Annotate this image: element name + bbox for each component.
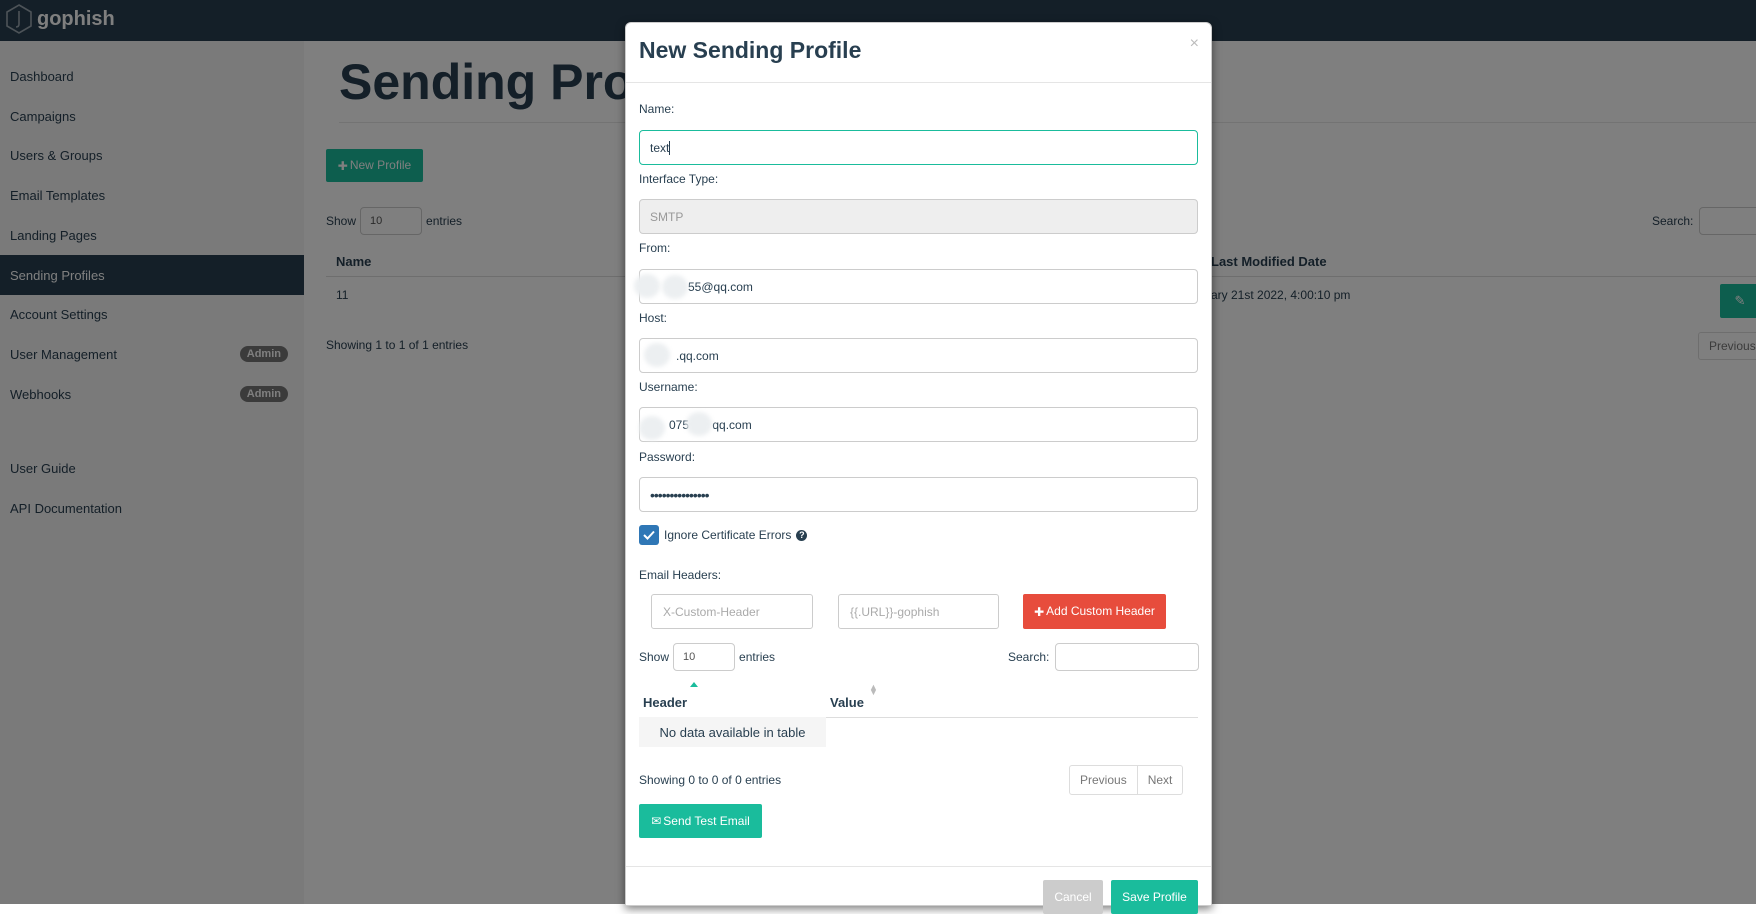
entries-value: 10: [683, 651, 696, 663]
ignore-cert-label: Ignore Certificate Errors: [664, 528, 792, 542]
name-value: text: [650, 140, 670, 155]
save-profile-button[interactable]: Save Profile: [1111, 880, 1198, 914]
email-headers-label: Email Headers:: [639, 568, 722, 582]
custom-header-placeholder: X-Custom-Header: [663, 604, 760, 619]
headers-table-info: Showing 0 to 0 of 0 entries: [639, 773, 782, 787]
headers-entries-select[interactable]: 10: [673, 643, 736, 671]
text-cursor: [669, 140, 671, 155]
column-header[interactable]: Header: [643, 695, 687, 710]
question-circle-icon[interactable]: ?: [796, 529, 808, 541]
new-sending-profile-modal: New Sending Profile × Name: text Interfa…: [625, 22, 1212, 914]
headers-entries-selector: Show 10 entries: [639, 643, 775, 671]
username-input[interactable]: 075 qq.com: [639, 407, 1198, 442]
next-page-button[interactable]: Next: [1137, 765, 1184, 795]
password-value: •••••••••••••••: [650, 486, 710, 503]
redaction-blur: [686, 412, 712, 436]
name-input[interactable]: text: [639, 130, 1198, 165]
add-custom-header-button[interactable]: ✚ Add Custom Header: [1023, 594, 1166, 629]
from-value: 55@qq.com: [688, 279, 753, 294]
ignore-cert-row: Ignore Certificate Errors ?: [639, 525, 808, 545]
modal-title: New Sending Profile: [639, 37, 862, 63]
header-value-input[interactable]: {{.URL}}-gophish: [838, 594, 999, 629]
host-label: Host:: [639, 311, 668, 325]
send-test-email-label: Send Test Email: [663, 813, 750, 828]
cancel-button[interactable]: Cancel: [1043, 880, 1103, 914]
add-custom-header-label: Add Custom Header: [1046, 604, 1155, 619]
interface-type-input: SMTP: [639, 199, 1198, 234]
from-input[interactable]: 55@qq.com: [639, 269, 1198, 304]
entries-label: entries: [739, 650, 776, 664]
sort-ascending-icon: [690, 682, 698, 687]
headers-search: Search:: [1008, 643, 1200, 671]
plus-icon: ✚: [1034, 604, 1045, 619]
password-label: Password:: [639, 450, 696, 464]
show-label: Show: [639, 650, 670, 664]
password-input[interactable]: •••••••••••••••: [639, 477, 1198, 512]
header-value-placeholder: {{.URL}}-gophish: [850, 604, 940, 619]
sort-icon: ▲ ▼: [869, 682, 878, 697]
search-label: Search:: [1008, 650, 1050, 664]
name-label: Name:: [639, 102, 675, 116]
headers-table-header: Header Value ▲ ▼: [639, 682, 1198, 718]
close-icon[interactable]: ×: [1190, 35, 1199, 53]
redaction-blur: [639, 416, 665, 440]
headers-search-input[interactable]: [1055, 643, 1200, 671]
custom-header-input[interactable]: X-Custom-Header: [651, 594, 813, 629]
host-input[interactable]: .qq.com: [639, 338, 1198, 373]
from-label: From:: [639, 241, 671, 255]
redaction-blur: [662, 275, 688, 299]
envelope-icon: ✉: [651, 814, 662, 829]
redaction-blur: [634, 274, 660, 298]
column-value[interactable]: Value: [830, 695, 864, 710]
previous-page-button[interactable]: Previous: [1069, 765, 1138, 795]
modal-header-divider: [626, 82, 1211, 83]
checkmark-icon: [643, 530, 655, 540]
empty-table-message: No data available in table: [639, 717, 826, 747]
host-value: .qq.com: [676, 348, 719, 363]
redaction-blur: [644, 343, 670, 367]
pagination: Previous Next: [1069, 765, 1184, 795]
interface-type-value: SMTP: [650, 209, 684, 224]
modal-footer-divider: [626, 866, 1211, 867]
interface-type-label: Interface Type:: [639, 172, 719, 186]
send-test-email-button[interactable]: ✉ Send Test Email: [639, 804, 762, 838]
username-label: Username:: [639, 380, 698, 394]
ignore-cert-checkbox[interactable]: [639, 525, 659, 545]
